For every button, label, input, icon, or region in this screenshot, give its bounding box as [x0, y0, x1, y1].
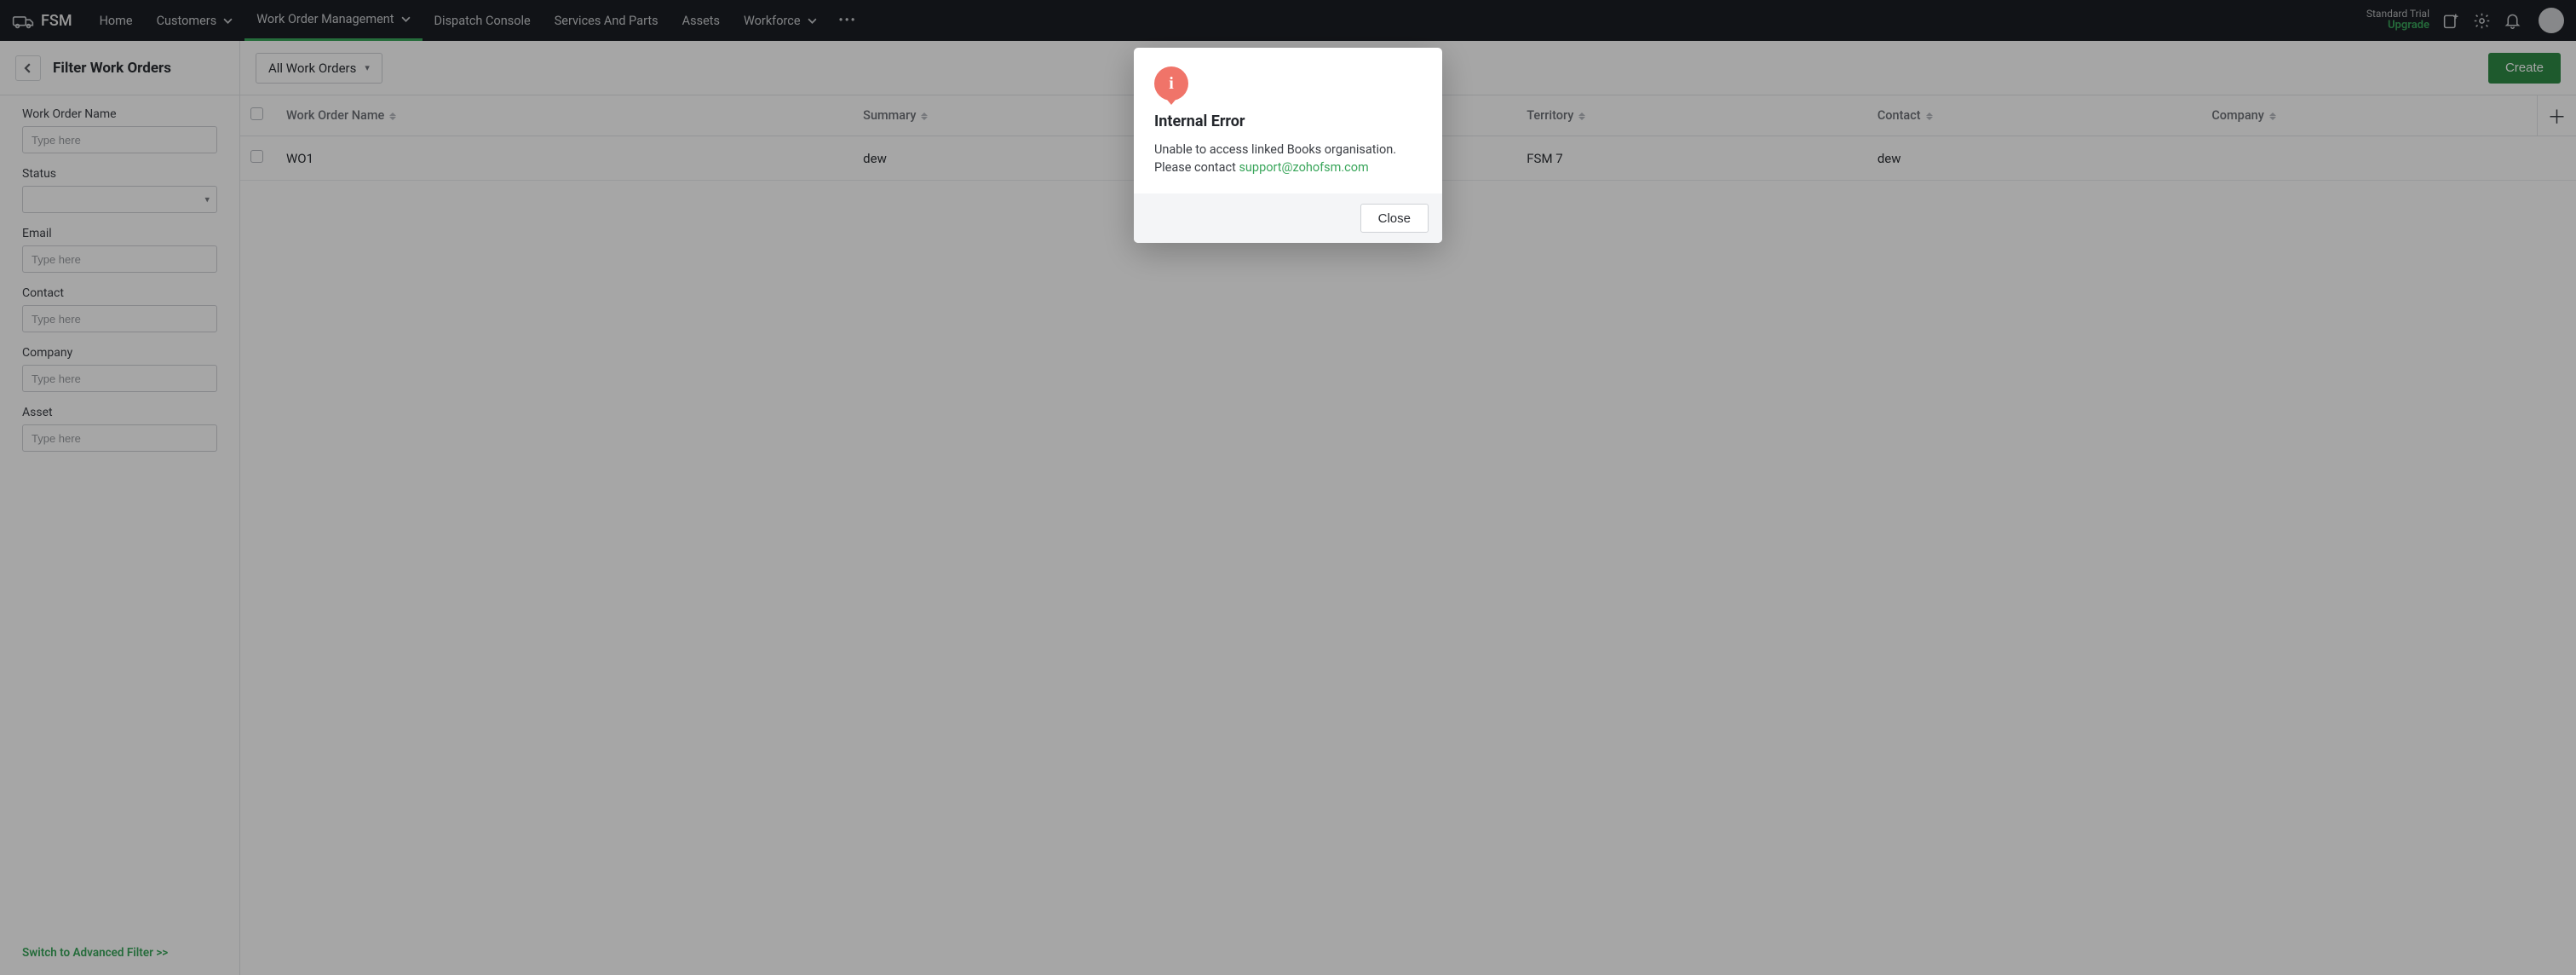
modal-title: Internal Error — [1154, 112, 1422, 130]
modal-body: i Internal Error Unable to access linked… — [1134, 48, 1442, 193]
close-button[interactable]: Close — [1360, 204, 1429, 233]
modal-overlay: i Internal Error Unable to access linked… — [0, 0, 2576, 975]
error-modal: i Internal Error Unable to access linked… — [1134, 48, 1442, 243]
modal-message: Unable to access linked Books organisati… — [1154, 141, 1422, 176]
info-error-icon: i — [1154, 66, 1188, 101]
support-email-link[interactable]: support@zohofsm.com — [1239, 160, 1368, 175]
modal-footer: Close — [1134, 193, 1442, 243]
